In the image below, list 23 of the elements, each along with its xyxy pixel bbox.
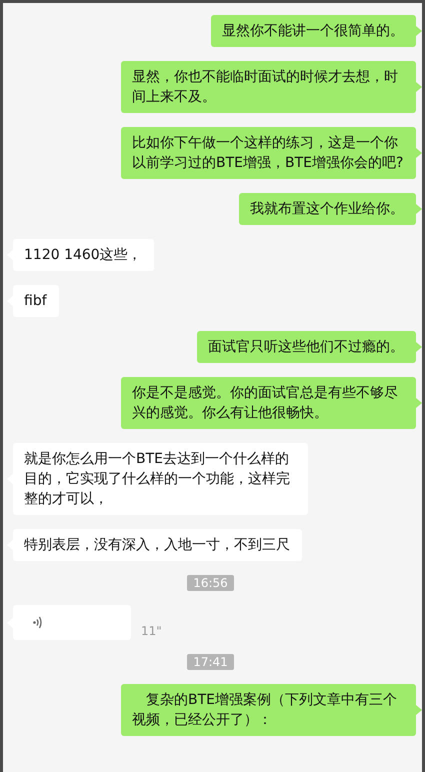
bubble-tail-icon <box>416 148 422 158</box>
timestamp: 16:56 <box>187 575 234 591</box>
bubble-tail-icon <box>416 26 422 36</box>
bubble-tail-icon <box>416 398 422 408</box>
sent-message: 显然你不能讲一个很简单的。 <box>211 15 416 47</box>
timestamp: 17:41 <box>187 654 234 670</box>
voice-wave-icon <box>33 616 42 629</box>
voice-duration: 11" <box>141 624 162 638</box>
sent-message: 面试官只听这些他们不过瘾的。 <box>197 331 416 363</box>
received-message: 1120 1460这些， <box>13 239 154 271</box>
sent-message: 我就布置这个作业给你。 <box>239 193 416 225</box>
sent-message: 你是不是感觉。你的面试官总是有些不够尽兴的感觉。你么有让他很畅快。 <box>121 377 416 429</box>
sent-message: 复杂的BTE增强案例（下列文章中有三个视频，已经公开了）： <box>121 684 416 736</box>
voice-message[interactable] <box>13 605 131 640</box>
received-message: 特别表层，没有深入，入地一寸，不到三尺 <box>13 529 302 561</box>
bubble-tail-icon <box>416 342 422 352</box>
sent-message: 显然，你也不能临时面试的时候才去想，时间上来不及。 <box>121 61 416 113</box>
received-message: fibf <box>13 285 59 317</box>
bubble-tail-icon <box>416 705 422 715</box>
bubble-tail-icon <box>416 204 422 214</box>
received-message: 就是你怎么用一个BTE去达到一个什么样的目的，它实现了什么样的一个功能，这样完整的才可以， <box>13 443 308 515</box>
bubble-tail-icon <box>416 82 422 92</box>
sent-message: 比如你下午做一个这样的练习，这是一个你以前学习过的BTE增强，BTE增强你会的吧? <box>121 127 416 179</box>
